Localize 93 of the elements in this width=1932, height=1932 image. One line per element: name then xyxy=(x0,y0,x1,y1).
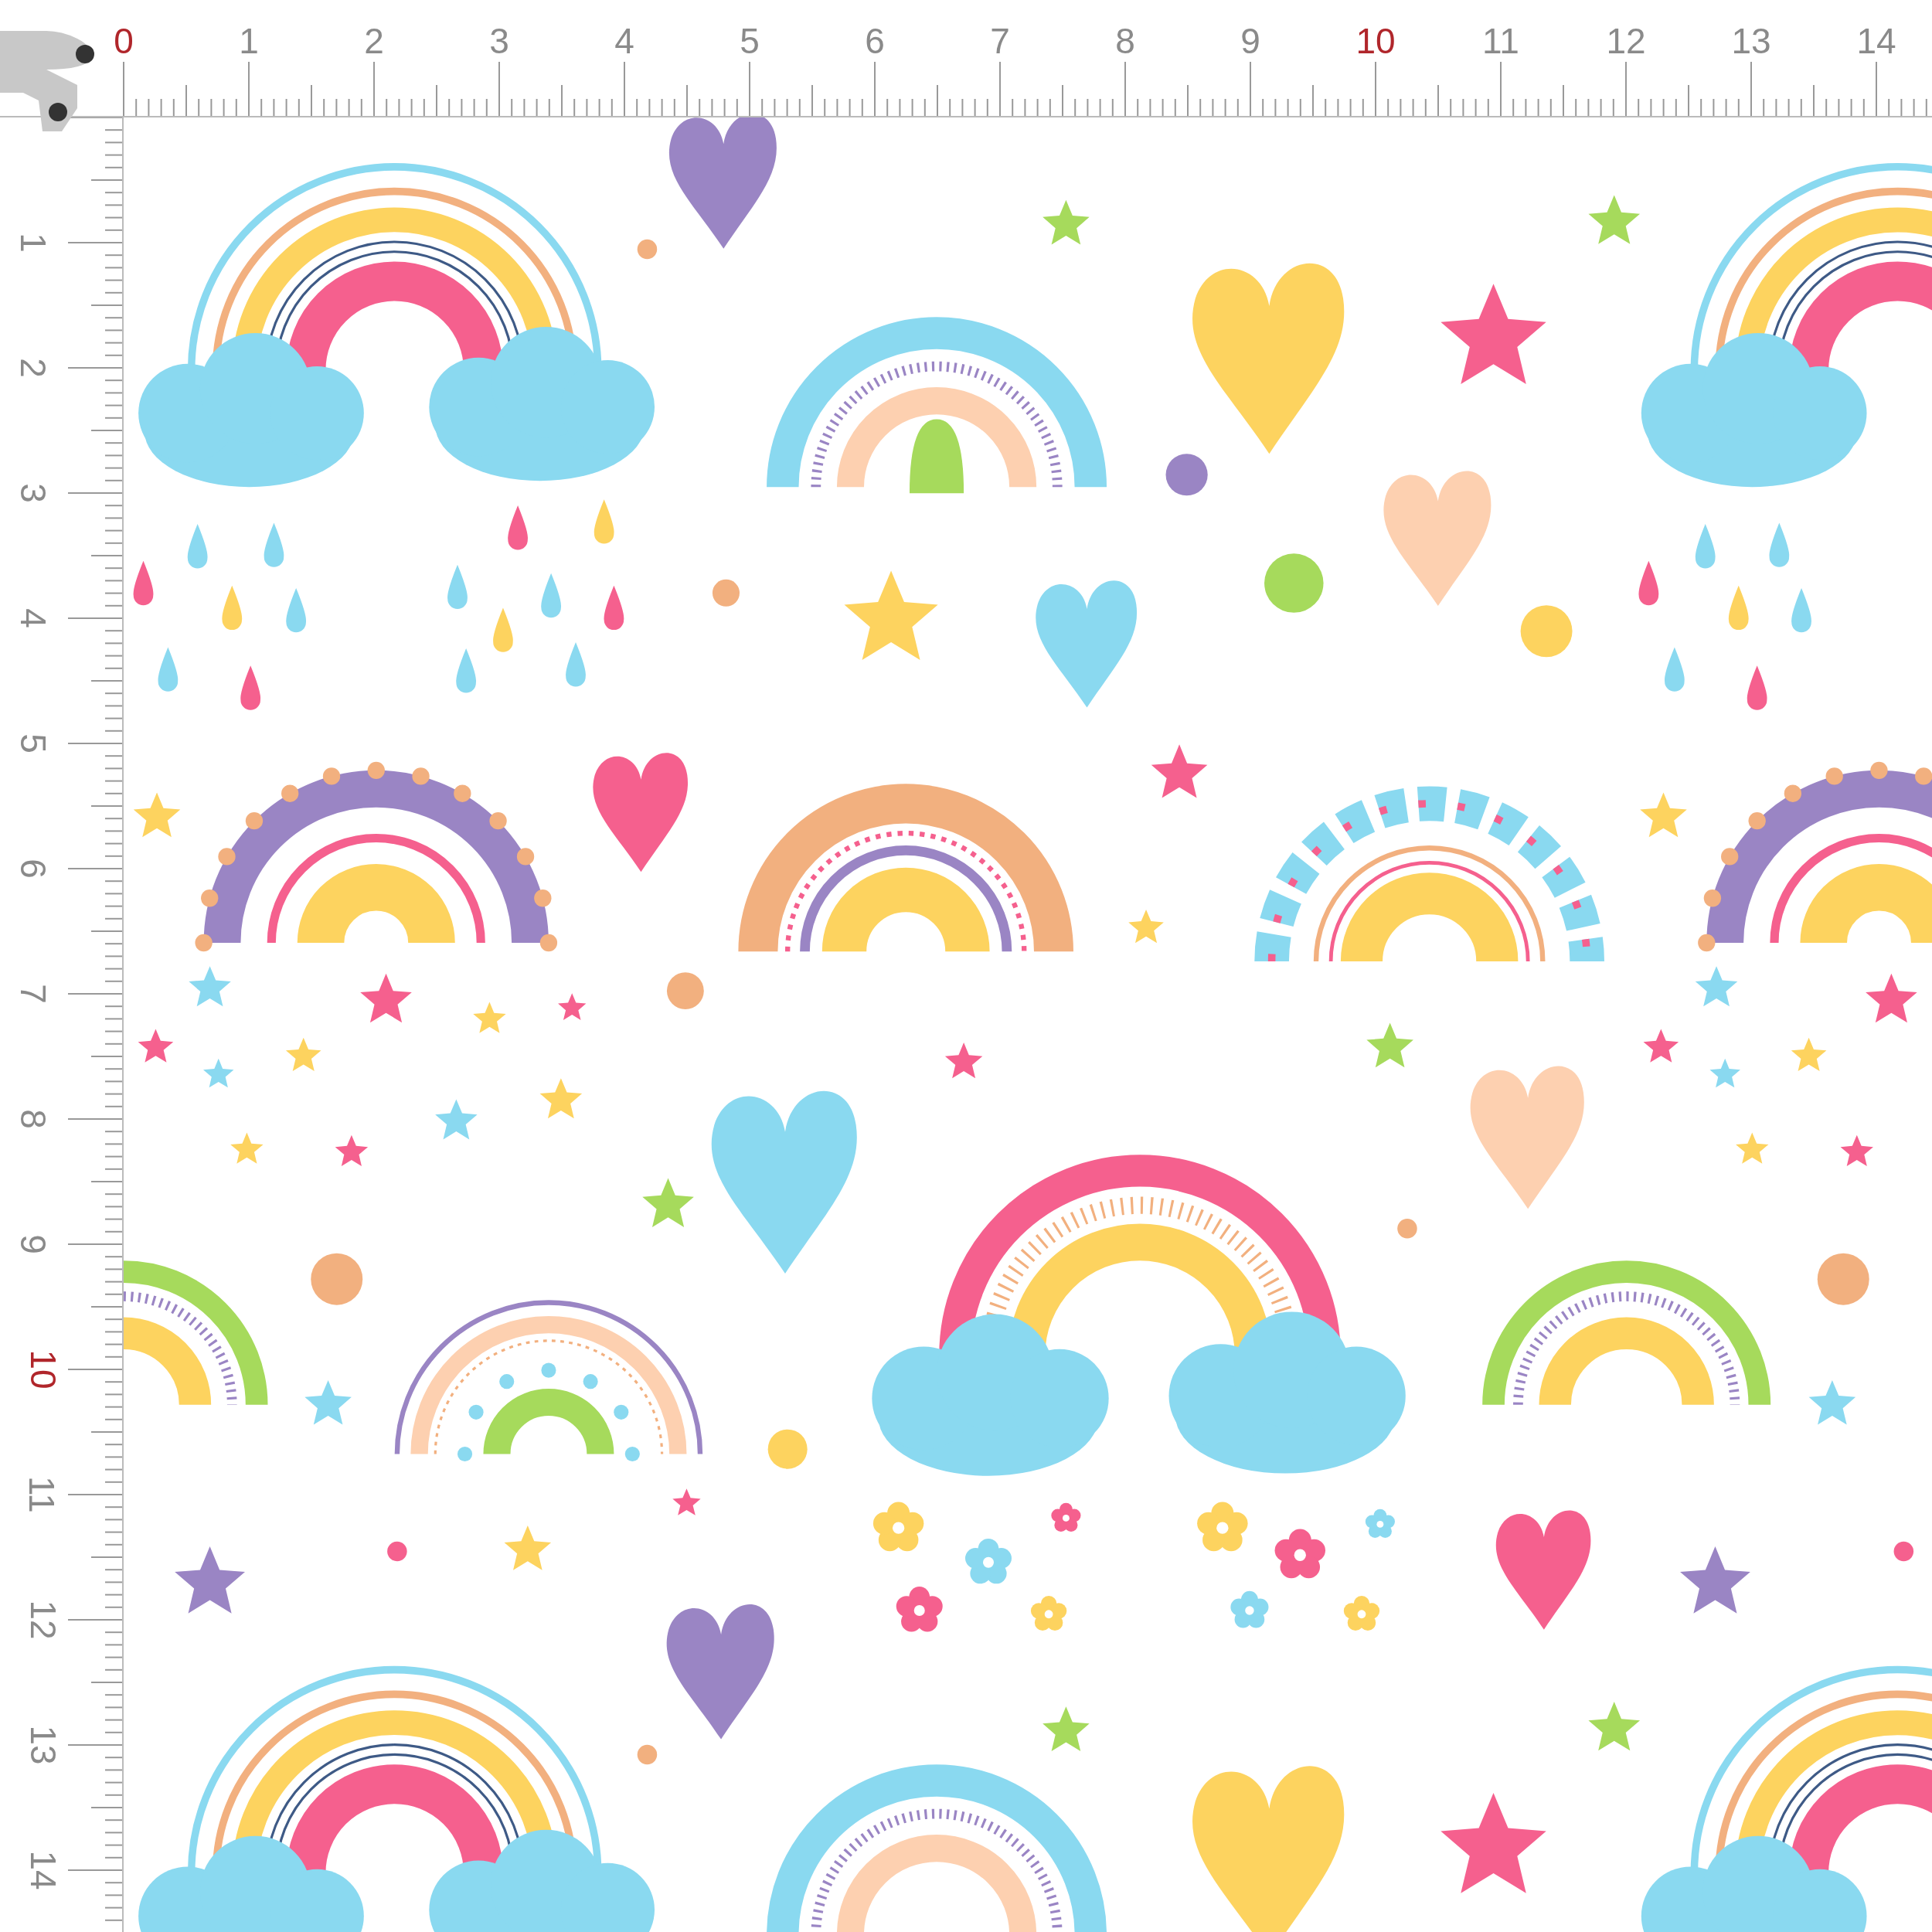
raindrop-icon xyxy=(1791,587,1811,633)
star-icon xyxy=(1680,1546,1750,1614)
star-icon xyxy=(1791,1037,1827,1071)
raindrop-icon xyxy=(493,607,513,652)
star-icon xyxy=(435,1099,478,1140)
raindrop-icon xyxy=(566,642,586,687)
star-icon xyxy=(1128,909,1164,944)
raindrop-icon xyxy=(456,648,477,693)
flower-icon xyxy=(1197,1502,1248,1552)
star-icon xyxy=(1643,1029,1679,1063)
heart-icon xyxy=(711,1091,857,1274)
star-icon xyxy=(1366,1022,1413,1068)
heart-icon xyxy=(593,753,688,872)
raindrop-icon xyxy=(1638,560,1659,606)
star-icon xyxy=(1709,1058,1740,1088)
raindrop-icon xyxy=(1769,522,1790,567)
flower-icon xyxy=(1230,1590,1269,1628)
star-icon xyxy=(1151,744,1208,798)
star-icon xyxy=(1440,1792,1546,1893)
dot-icon xyxy=(637,239,658,260)
star-icon xyxy=(1588,195,1641,244)
star-icon xyxy=(539,1078,583,1119)
star-icon xyxy=(1588,1701,1641,1751)
raindrop-icon xyxy=(133,560,154,606)
star-icon xyxy=(642,1178,694,1227)
dot-icon xyxy=(712,579,740,607)
dot-icon xyxy=(1520,605,1573,658)
heart-icon xyxy=(1192,263,1345,454)
star-icon xyxy=(360,973,412,1023)
flower-icon xyxy=(965,1538,1012,1584)
star-icon xyxy=(230,1132,264,1164)
raindrop-icon xyxy=(158,647,179,692)
raindrop-icon xyxy=(541,573,562,618)
star-icon xyxy=(844,570,938,660)
star-icon xyxy=(504,1525,552,1570)
star-icon xyxy=(1043,1706,1090,1751)
heart-icon xyxy=(1495,1510,1591,1630)
star-icon xyxy=(1640,792,1687,838)
star-icon xyxy=(1840,1134,1873,1166)
heart-icon xyxy=(1192,1766,1345,1932)
raindrop-icon xyxy=(222,585,243,631)
dot-icon xyxy=(1264,553,1324,613)
star-icon xyxy=(1043,199,1090,245)
star-icon xyxy=(1440,284,1546,384)
star-icon xyxy=(202,1058,234,1088)
raindrop-icon xyxy=(264,522,284,567)
dot-icon xyxy=(1165,454,1208,496)
star-icon xyxy=(133,792,181,838)
heart-icon xyxy=(669,117,777,249)
dot-icon xyxy=(1893,1541,1914,1562)
flower-icon xyxy=(1030,1595,1067,1631)
raindrop-icon xyxy=(240,665,261,710)
heart-icon xyxy=(666,1604,774,1740)
flower-icon xyxy=(1051,1502,1081,1532)
raindrop-icon xyxy=(1728,585,1749,631)
star-icon xyxy=(335,1134,369,1166)
dot-icon xyxy=(311,1253,363,1305)
flower-icon xyxy=(872,1502,924,1552)
raindrop-icon xyxy=(447,564,468,609)
raindrop-icon xyxy=(594,499,614,544)
star-icon xyxy=(944,1043,983,1079)
star-icon xyxy=(558,993,587,1020)
star-icon xyxy=(1808,1379,1856,1425)
heart-icon xyxy=(1470,1066,1584,1209)
dot-icon xyxy=(387,1541,407,1562)
star-icon xyxy=(473,1002,506,1033)
flower-icon xyxy=(1274,1529,1325,1579)
raindrop-icon xyxy=(187,524,208,569)
heart-icon xyxy=(1383,471,1492,607)
heart-icon xyxy=(1036,580,1138,708)
raindrop-icon xyxy=(1664,647,1685,692)
dot-icon xyxy=(1817,1253,1869,1305)
raindrop-icon xyxy=(1747,665,1767,710)
star-icon xyxy=(189,966,231,1007)
dot-icon xyxy=(637,1744,658,1765)
raindrop-icon xyxy=(1695,524,1716,569)
dot-icon xyxy=(767,1429,808,1469)
star-icon xyxy=(1866,973,1917,1023)
dot-icon xyxy=(1397,1219,1417,1239)
star-icon xyxy=(1695,966,1738,1007)
raindrop-icon xyxy=(508,505,528,550)
star-icon xyxy=(304,1379,352,1425)
star-icon xyxy=(138,1029,174,1063)
flower-icon xyxy=(1343,1595,1380,1631)
star-icon xyxy=(175,1546,245,1614)
flower-icon xyxy=(1365,1509,1395,1538)
star-icon xyxy=(1736,1132,1769,1164)
raindrop-icon xyxy=(604,585,624,631)
star-icon xyxy=(672,1488,701,1515)
raindrop-icon xyxy=(286,587,307,633)
star-icon xyxy=(285,1037,321,1071)
dot-icon xyxy=(666,972,704,1010)
flower-icon xyxy=(896,1587,943,1632)
